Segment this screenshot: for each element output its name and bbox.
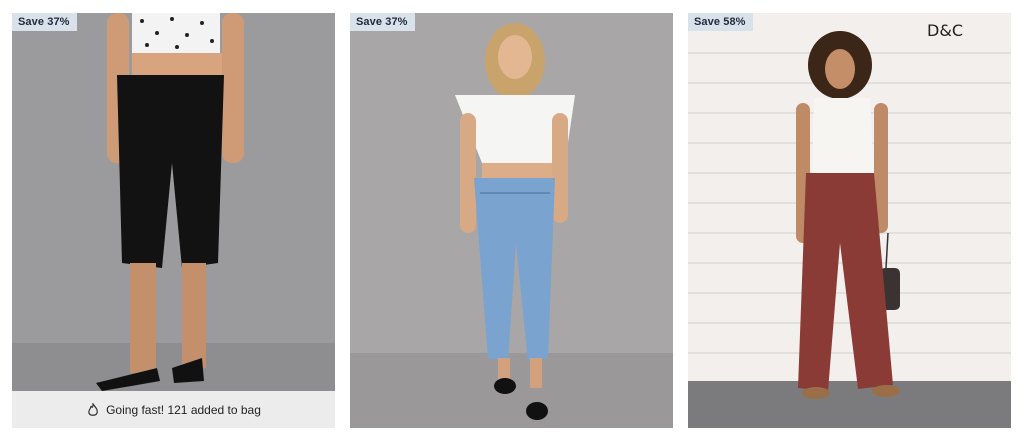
- promo-text: Going fast! 121 added to bag: [106, 402, 261, 417]
- product-image[interactable]: [688, 13, 1011, 428]
- discount-badge: Save 58%: [688, 13, 753, 31]
- flame-icon: [88, 402, 98, 416]
- brand-label: D&C: [927, 21, 963, 40]
- promo-bar: Going fast! 121 added to bag: [12, 391, 335, 428]
- discount-badge: Save 37%: [350, 13, 415, 31]
- product-card-3[interactable]: Save 58% D&C: [688, 13, 1011, 428]
- product-image[interactable]: [350, 13, 673, 428]
- product-card-1[interactable]: Save 37% Going fast! 121 added to bag: [12, 13, 335, 428]
- discount-badge: Save 37%: [12, 13, 77, 31]
- product-image[interactable]: [12, 13, 335, 428]
- product-card-2[interactable]: Save 37%: [350, 13, 673, 428]
